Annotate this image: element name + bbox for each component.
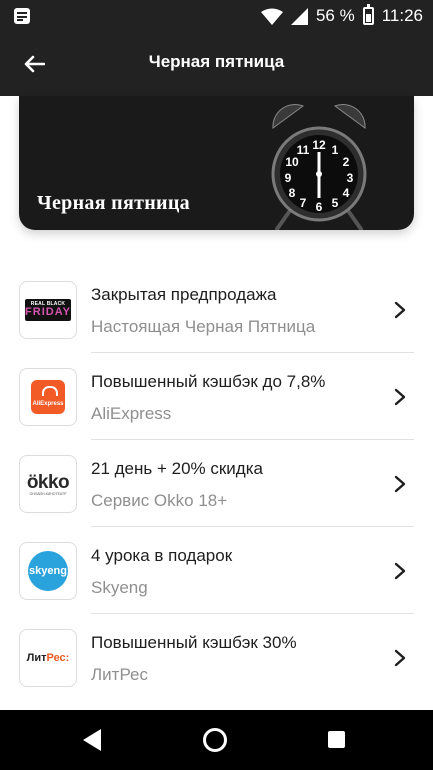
clock-numeral-12: 12 (312, 138, 326, 152)
offer-item-black-friday[interactable]: REAL BLACK FRIDAY Закрытая предпродажа Н… (0, 266, 433, 353)
clock-numeral-2: 2 (343, 155, 350, 169)
chevron-right-icon (394, 301, 406, 319)
chevron-right-icon (394, 475, 406, 493)
offer-subtitle: ЛитРес (91, 665, 148, 684)
system-nav-bar (0, 710, 433, 770)
nav-recents-icon[interactable] (328, 731, 345, 748)
clock-numeral-9: 9 (285, 171, 292, 185)
black-friday-logo: REAL BLACK FRIDAY (19, 281, 77, 339)
signal-icon (290, 7, 308, 25)
litres-logo-part1: Лит (26, 652, 47, 664)
status-indicators: 56 % 11:26 (260, 0, 423, 32)
clock-numeral-5: 5 (332, 196, 339, 210)
offer-title: Закрытая предпродажа (91, 285, 277, 304)
offer-title: 21 день + 20% скидка (91, 459, 263, 478)
clock-numeral-11: 11 (297, 143, 310, 157)
chevron-right-icon (394, 388, 406, 406)
notification-icon (14, 8, 30, 24)
battery-percent: 56 % (315, 6, 355, 25)
okko-logo-subtext: ОНЛАЙН-КИНОТЕАТР (29, 491, 67, 496)
offer-item-aliexpress[interactable]: AliExpress Повышенный кэшбэк до 7,8% Ali… (0, 353, 433, 440)
chevron-right-icon (394, 649, 406, 667)
offer-title: Повышенный кэшбэк до 7,8% (91, 372, 326, 391)
aliexpress-logo-text: AliExpress (32, 401, 64, 407)
offer-title: Повышенный кэшбэк 30% (91, 633, 297, 652)
litres-logo-part2: Рес: (46, 652, 70, 664)
clock-numeral-7: 7 (300, 196, 307, 210)
clock-time: 11:26 (381, 6, 423, 25)
clock-numeral-3: 3 (347, 171, 354, 185)
wifi-icon (260, 8, 283, 25)
offer-subtitle: Skyeng (91, 578, 148, 597)
offer-item-okko[interactable]: ökko ОНЛАЙН-КИНОТЕАТР 21 день + 20% скид… (0, 440, 433, 527)
offer-item-litres[interactable]: ЛитРес: Повышенный кэшбэк 30% ЛитРес (0, 614, 433, 701)
skyeng-logo: skyeng (19, 542, 77, 600)
offer-title: 4 урока в подарок (91, 546, 233, 565)
okko-logo-text: ökko (26, 471, 70, 493)
clock-numeral-8: 8 (289, 186, 296, 200)
litres-logo: ЛитРес: (19, 629, 77, 687)
aliexpress-logo: AliExpress (19, 368, 77, 426)
page-title: Черная пятница (148, 52, 285, 71)
promo-banner[interactable]: 12 1 2 3 4 5 6 7 8 9 10 11 Черная пятниц… (19, 96, 414, 230)
offer-subtitle: AliExpress (91, 404, 172, 423)
alarm-clock-icon: 12 1 2 3 4 5 6 7 8 9 10 11 (271, 103, 367, 230)
clock-numeral-10: 10 (285, 155, 299, 169)
offer-subtitle: Сервис Okko 18+ (91, 491, 228, 510)
app-bar: Черная пятница (0, 32, 433, 96)
okko-logo: ökko ОНЛАЙН-КИНОТЕАТР (19, 455, 77, 513)
offer-subtitle: Настоящая Черная Пятница (91, 317, 316, 336)
chevron-right-icon (394, 562, 406, 580)
black-friday-logo-line2: FRIDAY (25, 306, 71, 318)
skyeng-logo-text: skyeng (28, 551, 68, 591)
offer-list: REAL BLACK FRIDAY Закрытая предпродажа Н… (0, 266, 433, 701)
nav-back-icon[interactable] (83, 729, 101, 751)
nav-home-icon[interactable] (203, 728, 227, 752)
battery-icon (362, 4, 374, 25)
clock-numeral-4: 4 (343, 186, 350, 200)
clock-numeral-1: 1 (332, 143, 339, 157)
status-bar: 56 % 11:26 (0, 0, 433, 32)
banner-title: Черная пятница (37, 192, 190, 214)
offer-item-skyeng[interactable]: skyeng 4 урока в подарок Skyeng (0, 527, 433, 614)
clock-numeral-6: 6 (316, 200, 323, 214)
